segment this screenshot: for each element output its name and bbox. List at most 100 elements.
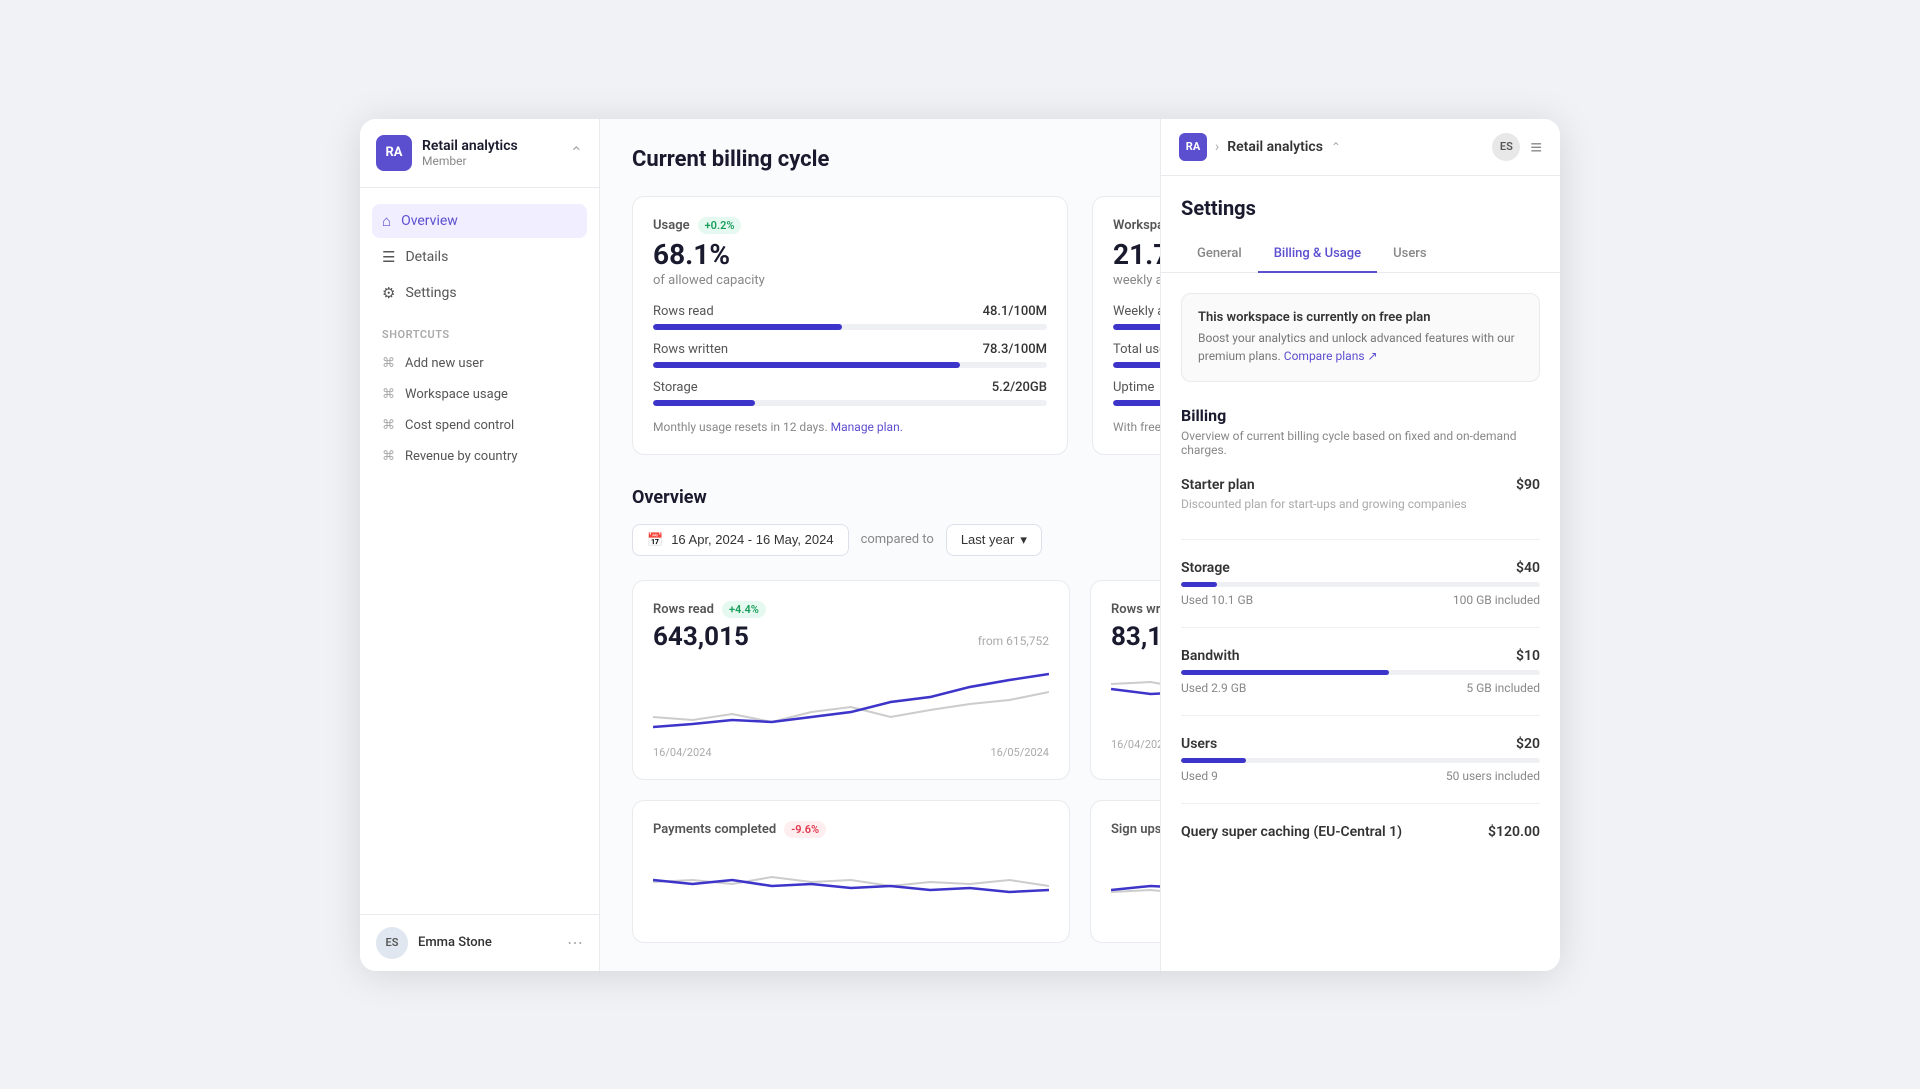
stat-rows-read-value: 643,015 — [653, 622, 749, 652]
date-range-button[interactable]: 📅 16 Apr, 2024 - 16 May, 2024 — [632, 524, 849, 556]
shortcuts-section: Shortcuts ⌘ Add new user ⌘ Workspace usa… — [360, 328, 599, 489]
workspace-name: Retail analytics — [422, 138, 560, 154]
stat-rows-read-sub: from 615,752 — [978, 634, 1049, 648]
panel-workspace-avatar: RA — [1179, 133, 1207, 161]
workspace-role: Member — [422, 154, 560, 168]
breadcrumb-chevron-icon[interactable]: ⌃ — [1331, 140, 1341, 154]
bandwidth-price: $10 — [1516, 648, 1540, 664]
panel-settings-title: Settings — [1161, 176, 1560, 236]
billing-item-storage: Storage $40 Used 10.1 GB 100 GB included — [1181, 560, 1540, 628]
user-name: Emma Stone — [418, 935, 557, 950]
shortcut-cost-spend[interactable]: ⌘ Cost spend control — [372, 411, 587, 440]
metric-rows-read-label: Rows read — [653, 304, 714, 319]
users-included: 50 users included — [1446, 769, 1540, 783]
users-name: Users — [1181, 736, 1217, 752]
compare-select[interactable]: Last year ▾ — [946, 524, 1042, 556]
metric-storage-label: Storage — [653, 380, 698, 395]
workspace-info: Retail analytics Member — [422, 138, 560, 168]
free-plan-notice-title: This workspace is currently on free plan — [1198, 310, 1523, 325]
panel-menu-button[interactable]: ≡ — [1530, 137, 1542, 157]
free-plan-notice-text: Boost your analytics and unlock advanced… — [1198, 329, 1523, 365]
link-icon-2: ⌘ — [382, 387, 395, 402]
settings-icon: ⚙ — [382, 284, 395, 302]
manage-plan-link[interactable]: Manage plan. — [831, 420, 903, 434]
panel-breadcrumb: RA › Retail analytics ⌃ — [1179, 133, 1341, 161]
workspace-header[interactable]: RA Retail analytics Member ⌃ — [360, 119, 599, 188]
home-icon: ⌂ — [382, 212, 391, 230]
usage-card: Usage +0.2% 68.1% of allowed capacity Ro… — [632, 196, 1068, 455]
metric-uptime-label: Uptime — [1113, 380, 1154, 395]
compare-value-label: Last year — [961, 532, 1014, 547]
usage-badge: +0.2% — [698, 217, 742, 234]
sidebar-footer: ES Emma Stone ⋯ — [360, 914, 599, 971]
user-avatar: ES — [376, 927, 408, 959]
metric-storage-value: 5.2/20GB — [992, 380, 1047, 395]
user-menu-button[interactable]: ⋯ — [567, 933, 583, 952]
shortcut-workspace-usage-label: Workspace usage — [405, 387, 508, 402]
starter-plan-desc: Discounted plan for start-ups and growin… — [1181, 497, 1540, 511]
breadcrumb-sep: › — [1215, 139, 1219, 155]
usage-main-value: 68.1% — [653, 238, 1047, 271]
panel-workspace-name: Retail analytics — [1227, 139, 1323, 155]
settings-panel: RA › Retail analytics ⌃ ES ≡ Settings Ge… — [1160, 119, 1560, 971]
stat-rows-read-title: Rows read — [653, 602, 714, 617]
rows-read-date-start: 16/04/2024 — [653, 746, 712, 759]
sidebar-item-settings-label: Settings — [405, 285, 456, 301]
link-icon-3: ⌘ — [382, 418, 395, 433]
shortcut-add-user[interactable]: ⌘ Add new user — [372, 349, 587, 378]
sidebar-item-overview-label: Overview — [401, 213, 458, 229]
stat-signups-title: Sign ups — [1111, 822, 1161, 837]
storage-used: Used 10.1 GB — [1181, 593, 1253, 607]
usage-sub-value: of allowed capacity — [653, 273, 1047, 288]
starter-plan-price: $90 — [1516, 477, 1540, 493]
metric-rows-read-value: 48.1/100M — [983, 304, 1047, 319]
billing-section-desc: Overview of current billing cycle based … — [1181, 429, 1540, 457]
link-icon: ⌘ — [382, 356, 395, 371]
stat-card-rows-read: Rows read +4.4% 643,015 from 615,752 — [632, 580, 1070, 780]
compare-plans-link[interactable]: Compare plans ↗ — [1284, 349, 1378, 363]
tab-billing[interactable]: Billing & Usage — [1258, 236, 1377, 273]
panel-tabs: General Billing & Usage Users — [1161, 236, 1560, 273]
panel-body: This workspace is currently on free plan… — [1161, 273, 1560, 971]
date-range-label: 16 Apr, 2024 - 16 May, 2024 — [671, 532, 833, 547]
sidebar-nav: ⌂ Overview ☰ Details ⚙ Settings — [360, 188, 599, 328]
billing-item-users: Users $20 Used 9 50 users included — [1181, 736, 1540, 804]
tab-users[interactable]: Users — [1377, 236, 1442, 273]
shortcut-add-user-label: Add new user — [405, 356, 484, 371]
users-price: $20 — [1516, 736, 1540, 752]
payments-chart — [653, 842, 1049, 922]
rows-read-date-end: 16/05/2024 — [990, 746, 1049, 759]
caching-price: $120.00 — [1488, 824, 1540, 840]
sidebar-item-settings[interactable]: ⚙ Settings — [372, 276, 587, 310]
shortcut-workspace-usage[interactable]: ⌘ Workspace usage — [372, 380, 587, 409]
billing-item-starter: Starter plan $90 Discounted plan for sta… — [1181, 477, 1540, 540]
starter-plan-name: Starter plan — [1181, 477, 1255, 493]
sidebar-item-details[interactable]: ☰ Details — [372, 240, 587, 274]
usage-card-title: Usage — [653, 218, 690, 233]
rows-read-chart — [653, 662, 1049, 742]
sidebar-item-overview[interactable]: ⌂ Overview — [372, 204, 587, 238]
shortcut-revenue-label: Revenue by country — [405, 449, 518, 464]
bandwidth-name: Bandwith — [1181, 648, 1240, 664]
calendar-icon: 📅 — [647, 532, 663, 548]
shortcut-revenue[interactable]: ⌘ Revenue by country — [372, 442, 587, 471]
tab-general[interactable]: General — [1181, 236, 1258, 273]
metric-rows-read: Rows read 48.1/100M — [653, 304, 1047, 330]
link-icon-4: ⌘ — [382, 449, 395, 464]
chevron-icon[interactable]: ⌃ — [570, 143, 583, 162]
bandwidth-included: 5 GB included — [1466, 681, 1540, 695]
usage-card-header: Usage +0.2% — [653, 217, 1047, 234]
stat-payments-title: Payments completed — [653, 822, 776, 837]
sidebar-item-details-label: Details — [405, 249, 448, 265]
metric-storage: Storage 5.2/20GB — [653, 380, 1047, 406]
storage-price: $40 — [1516, 560, 1540, 576]
workspace-avatar: RA — [376, 135, 412, 171]
shortcut-cost-spend-label: Cost spend control — [405, 418, 514, 433]
compared-to-label: compared to — [861, 532, 934, 547]
bandwidth-used: Used 2.9 GB — [1181, 681, 1246, 695]
billing-item-bandwidth: Bandwith $10 Used 2.9 GB 5 GB included — [1181, 648, 1540, 716]
metric-rows-written-label: Rows written — [653, 342, 728, 357]
billing-item-caching: Query super caching (EU-Central 1) $120.… — [1181, 824, 1540, 864]
billing-section-title: Billing — [1181, 406, 1540, 425]
shortcuts-label: Shortcuts — [372, 328, 587, 349]
